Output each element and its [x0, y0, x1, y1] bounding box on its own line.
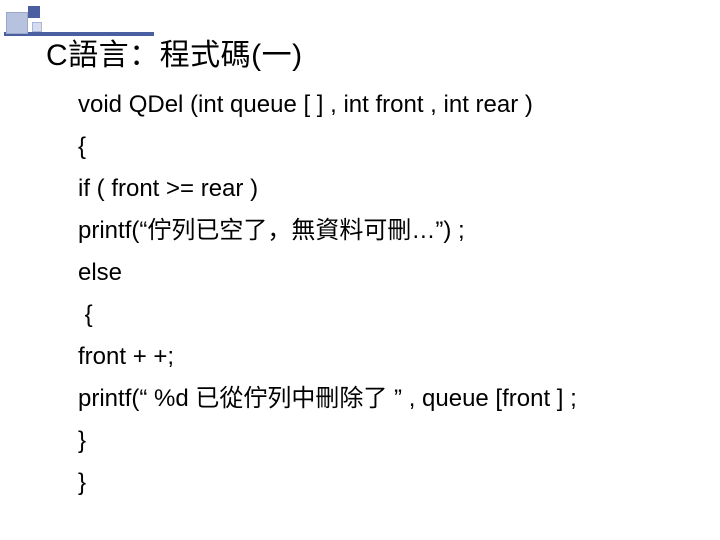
code-line: void QDel (int queue [ ] , int front , i…: [78, 84, 690, 126]
code-line: {: [78, 294, 690, 336]
deco-square-medium: [28, 6, 40, 18]
code-line: else: [78, 252, 690, 294]
code-line: if ( front >= rear ): [78, 168, 690, 210]
code-line: printf(“ %d 已從佇列中刪除了 ” , queue [front ] …: [78, 378, 690, 420]
deco-square-small: [32, 22, 42, 32]
code-line: printf(“佇列已空了，無資料可刪…”) ;: [78, 210, 690, 252]
code-line: }: [78, 420, 690, 462]
deco-square-large: [6, 12, 28, 34]
code-line: }: [78, 462, 690, 504]
code-block: void QDel (int queue [ ] , int front , i…: [78, 84, 690, 504]
slide: C語言：程式碼(一) void QDel (int queue [ ] , in…: [0, 0, 720, 540]
code-line: {: [78, 126, 690, 168]
code-line: front + +;: [78, 336, 690, 378]
slide-title: C語言：程式碼(一): [46, 30, 303, 74]
